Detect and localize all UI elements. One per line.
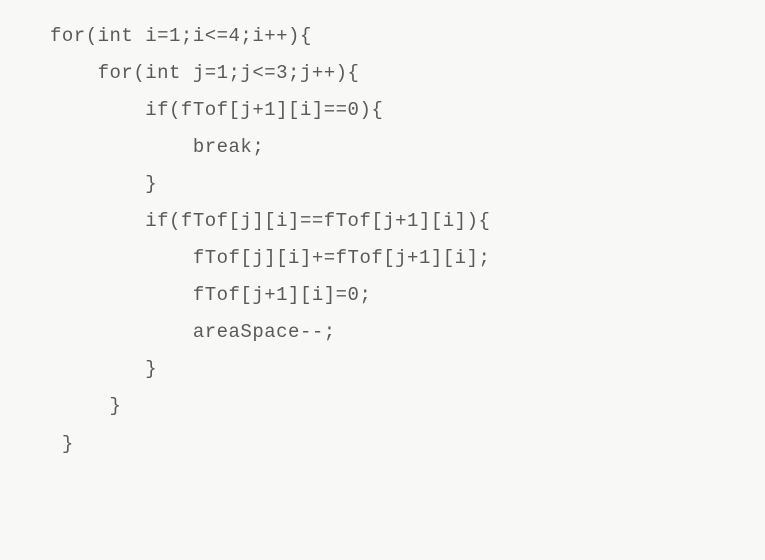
code-line: } [50, 166, 765, 203]
code-line: break; [50, 129, 765, 166]
code-block: for(int i=1;i<=4;i++){ for(int j=1;j<=3;… [50, 18, 765, 463]
code-line: fTof[j+1][i]=0; [50, 277, 765, 314]
code-line: areaSpace--; [50, 314, 765, 351]
code-line: if(fTof[j+1][i]==0){ [50, 92, 765, 129]
code-line: if(fTof[j][i]==fTof[j+1][i]){ [50, 203, 765, 240]
code-line: fTof[j][i]+=fTof[j+1][i]; [50, 240, 765, 277]
code-line: } [50, 388, 765, 425]
code-line: } [50, 426, 765, 463]
code-line: for(int j=1;j<=3;j++){ [50, 55, 765, 92]
code-line: for(int i=1;i<=4;i++){ [50, 18, 765, 55]
code-line: } [50, 351, 765, 388]
